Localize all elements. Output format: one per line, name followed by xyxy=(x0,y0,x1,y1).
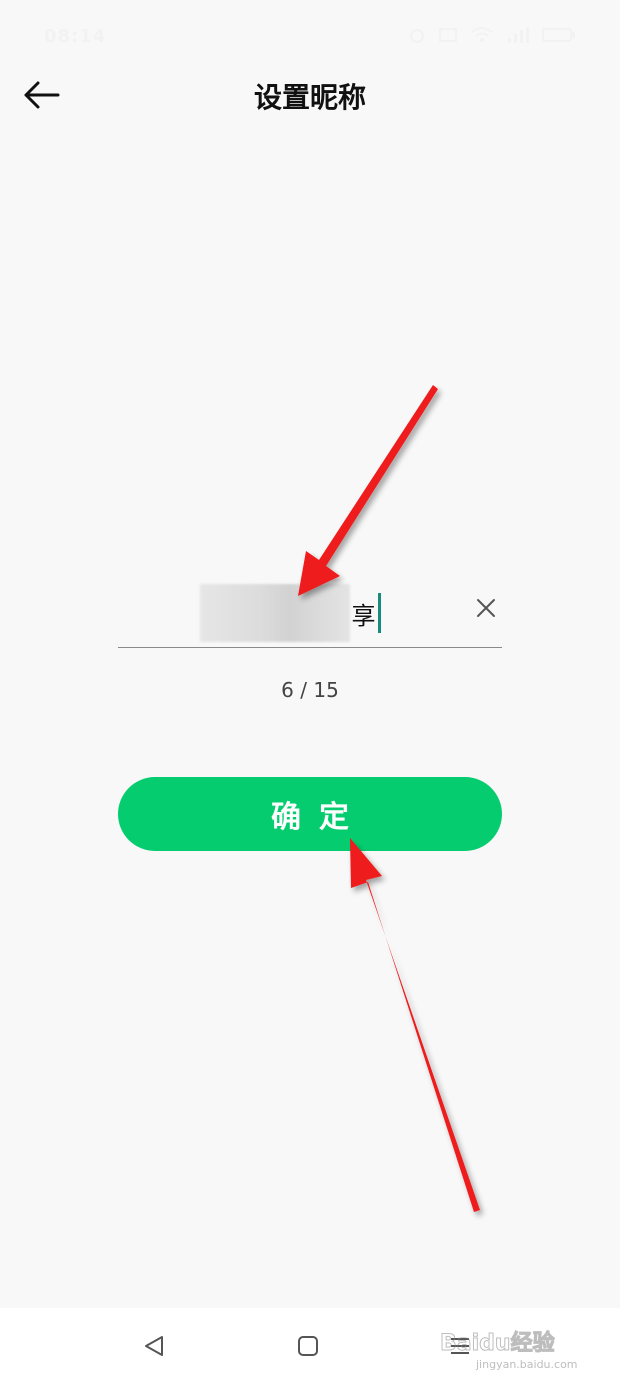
watermark-subtext: jingyan.baidu.com xyxy=(475,1358,578,1371)
close-icon xyxy=(476,598,496,622)
char-counter: 6 / 15 xyxy=(281,678,339,702)
arrow-to-confirm xyxy=(350,838,480,1212)
wifi-icon xyxy=(470,26,494,49)
watermark-text: Baidu经验 xyxy=(440,1330,555,1356)
page-title: 设置昵称 xyxy=(253,81,366,114)
nav-back-button[interactable] xyxy=(136,1330,172,1366)
confirm-button[interactable]: 确定 xyxy=(118,777,502,851)
arrow-to-input xyxy=(298,385,438,596)
notification-icon xyxy=(438,26,458,49)
status-icons xyxy=(408,26,576,49)
signal-icon xyxy=(506,26,530,49)
alarm-icon xyxy=(408,26,426,49)
triangle-back-icon xyxy=(142,1334,166,1362)
baidu-watermark: Baidu经验 jingyan.baidu.com xyxy=(436,1316,586,1372)
nickname-input[interactable]: 享 xyxy=(118,580,502,648)
nav-home-button[interactable] xyxy=(290,1330,326,1366)
nickname-value: 享 xyxy=(118,584,462,642)
text-caret xyxy=(377,593,381,633)
status-time: 08:14 xyxy=(44,26,107,47)
square-home-icon xyxy=(296,1334,320,1362)
title-bar: 设置昵称 xyxy=(0,72,620,122)
battery-icon xyxy=(542,26,576,49)
clear-button[interactable] xyxy=(472,596,500,624)
blurred-text xyxy=(199,584,350,642)
nickname-visible-text: 享 xyxy=(351,601,376,630)
status-bar: 08:14 xyxy=(0,0,620,72)
